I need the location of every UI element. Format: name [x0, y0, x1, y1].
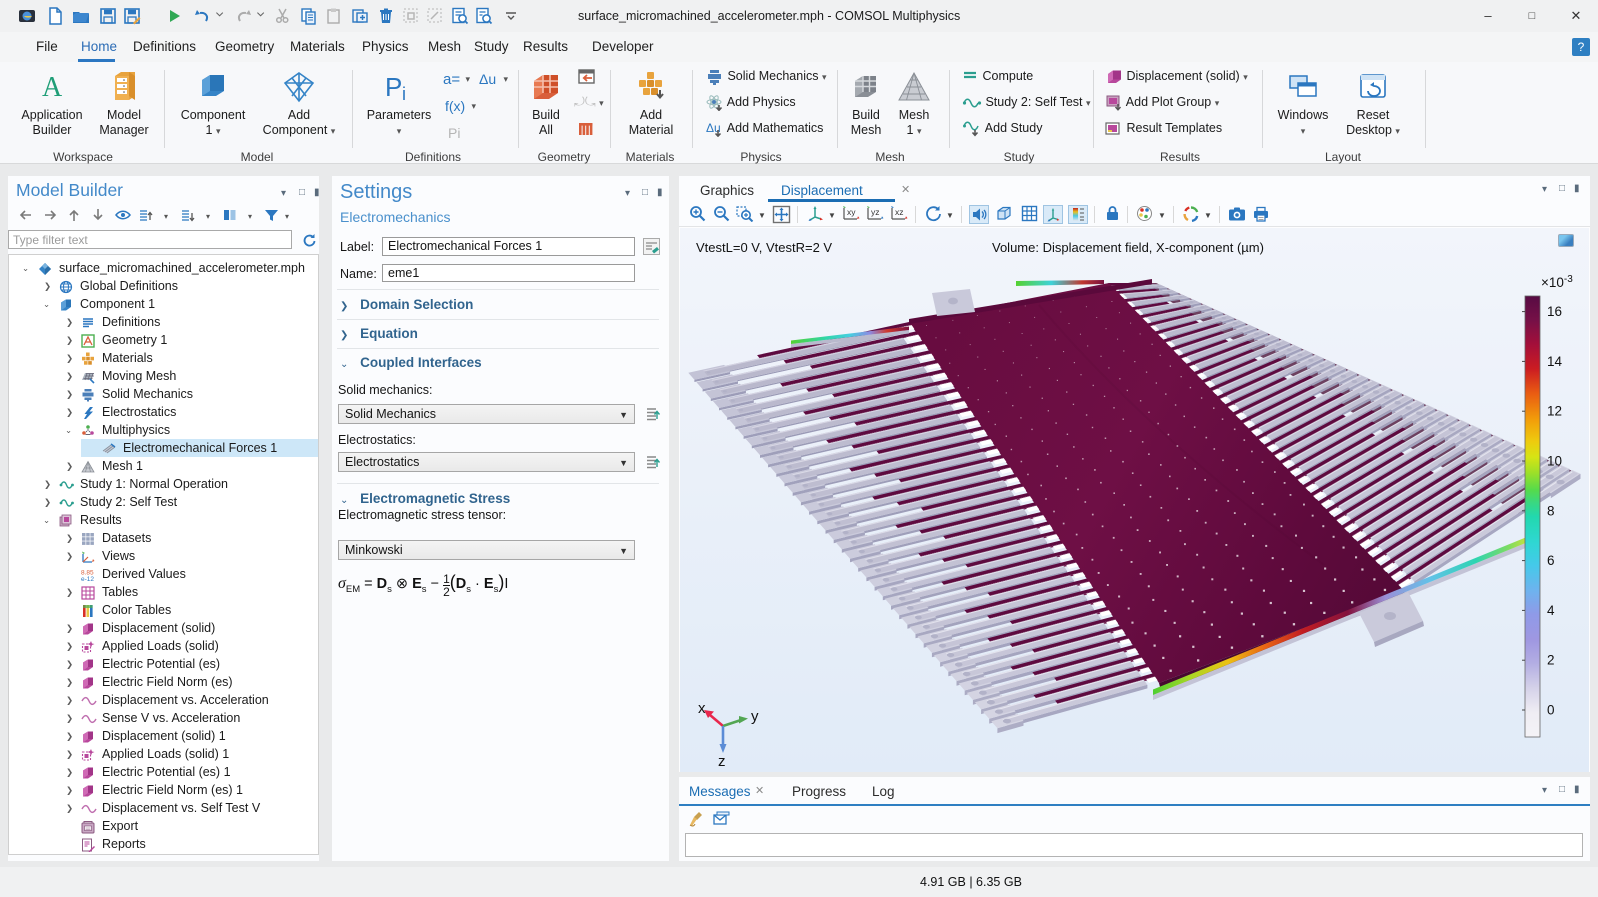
svg-text:yz: yz — [871, 207, 880, 217]
svg-text:a=: a= — [443, 71, 460, 87]
svg-text:16: 16 — [1547, 304, 1562, 319]
svg-text:P: P — [385, 72, 402, 102]
svg-text:2: 2 — [1547, 653, 1555, 668]
svg-text:xz: xz — [895, 207, 904, 217]
svg-text:10: 10 — [1547, 454, 1562, 469]
svg-text:A: A — [42, 72, 63, 103]
svg-text:14: 14 — [1547, 354, 1563, 369]
svg-text:×10-3: ×10-3 — [1541, 274, 1573, 290]
svg-text:f(x): f(x) — [445, 98, 465, 114]
svg-text:xy: xy — [847, 207, 856, 217]
svg-text:8: 8 — [1547, 503, 1555, 518]
svg-text:4: 4 — [1547, 603, 1555, 618]
svg-text:0: 0 — [1547, 703, 1555, 718]
svg-text:z: z — [718, 753, 726, 770]
svg-text:6: 6 — [1547, 553, 1555, 568]
svg-text:x: x — [698, 700, 706, 717]
svg-text:e-12: e-12 — [81, 576, 94, 582]
svg-text:y: y — [751, 708, 759, 725]
svg-text:Δu: Δu — [479, 71, 496, 87]
svg-text:Pi: Pi — [448, 125, 460, 141]
svg-text:i: i — [402, 84, 406, 104]
svg-text:12: 12 — [1547, 404, 1562, 419]
